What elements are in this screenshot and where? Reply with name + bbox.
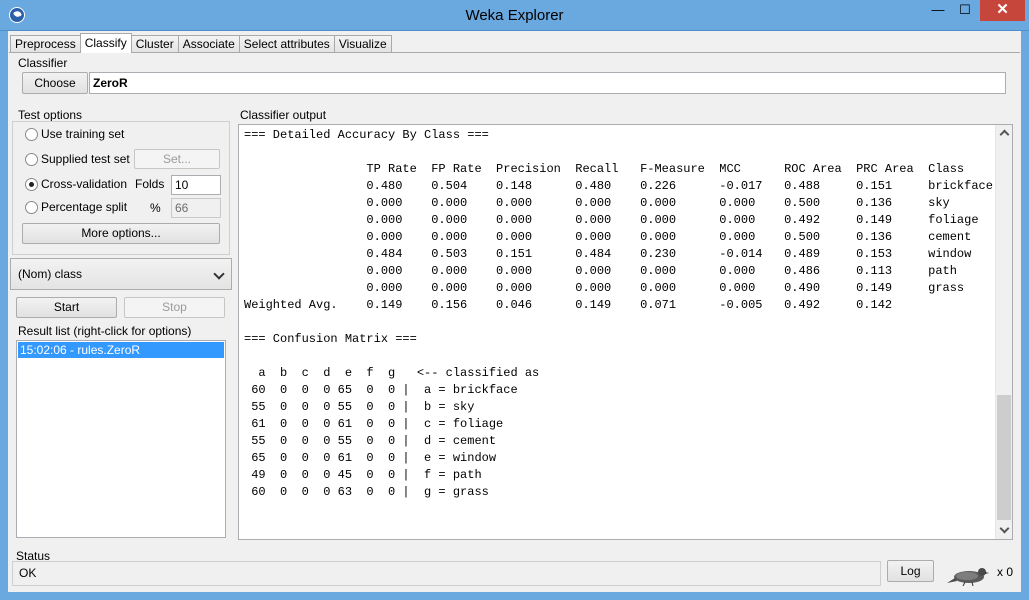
classifier-output-label: Classifier output bbox=[240, 108, 327, 122]
set-test-set-button[interactable]: Set... bbox=[134, 149, 220, 169]
supplied-test-set-option[interactable]: Supplied test set bbox=[25, 150, 130, 168]
chevron-down-icon bbox=[213, 268, 225, 280]
maximize-button[interactable]: ☐ bbox=[952, 0, 978, 21]
supplied-test-set-label: Supplied test set bbox=[41, 152, 130, 166]
classifier-group-label: Classifier bbox=[18, 56, 68, 70]
task-count: x 0 bbox=[997, 565, 1014, 579]
title-bar: Weka Explorer — ☐ ✕ bbox=[0, 0, 1029, 31]
stop-button[interactable]: Stop bbox=[124, 297, 225, 318]
status-bar: OK bbox=[12, 561, 881, 586]
cross-validation-label: Cross-validation bbox=[41, 177, 128, 191]
tab-select-attributes[interactable]: Select attributes bbox=[238, 35, 335, 53]
scroll-down-icon[interactable] bbox=[996, 522, 1012, 539]
test-options-label: Test options bbox=[18, 108, 83, 122]
use-training-set-option[interactable]: Use training set bbox=[25, 125, 124, 143]
result-list-item[interactable]: 15:02:06 - rules.ZeroR bbox=[18, 342, 224, 358]
scroll-up-icon[interactable] bbox=[996, 125, 1012, 142]
classifier-output-panel[interactable]: === Detailed Accuracy By Class === TP Ra… bbox=[238, 124, 1013, 540]
close-button[interactable]: ✕ bbox=[980, 0, 1025, 21]
cross-validation-option[interactable]: Cross-validation bbox=[25, 175, 127, 193]
result-list-label: Result list (right-click for options) bbox=[18, 324, 192, 338]
minimize-button[interactable]: — bbox=[925, 0, 951, 21]
percentage-input[interactable]: 66 bbox=[171, 198, 221, 218]
tab-divider bbox=[9, 52, 1020, 53]
tab-visualize[interactable]: Visualize bbox=[333, 35, 392, 53]
result-list[interactable]: 15:02:06 - rules.ZeroR bbox=[16, 340, 226, 538]
folds-label: Folds bbox=[135, 177, 165, 191]
supplied-test-set-radio[interactable] bbox=[25, 152, 38, 166]
classifier-output-text[interactable]: === Detailed Accuracy By Class === TP Ra… bbox=[239, 125, 1012, 501]
tab-associate[interactable]: Associate bbox=[177, 35, 240, 53]
class-attribute-value: (Nom) class bbox=[18, 267, 83, 281]
use-training-set-label: Use training set bbox=[41, 127, 125, 141]
tab-bar: Preprocess Classify Cluster Associate Se… bbox=[10, 33, 392, 53]
classifier-name-field[interactable]: ZeroR bbox=[89, 72, 1006, 94]
percentage-split-radio[interactable] bbox=[25, 200, 38, 214]
choose-classifier-button[interactable]: Choose bbox=[22, 72, 88, 94]
start-button[interactable]: Start bbox=[16, 297, 117, 318]
log-button[interactable]: Log bbox=[887, 560, 934, 582]
status-text: OK bbox=[19, 566, 37, 580]
tab-preprocess[interactable]: Preprocess bbox=[10, 35, 81, 53]
scrollbar-thumb[interactable] bbox=[997, 395, 1011, 520]
more-options-button[interactable]: More options... bbox=[22, 223, 220, 244]
window-title: Weka Explorer bbox=[465, 7, 564, 24]
tab-cluster[interactable]: Cluster bbox=[130, 35, 179, 53]
output-vertical-scrollbar[interactable] bbox=[995, 125, 1012, 539]
use-training-set-radio[interactable] bbox=[25, 127, 38, 141]
cross-validation-radio[interactable] bbox=[25, 177, 38, 191]
folds-input[interactable]: 10 bbox=[171, 175, 221, 195]
weka-bird-icon bbox=[947, 568, 989, 586]
tab-classify[interactable]: Classify bbox=[79, 33, 132, 53]
percentage-split-label: Percentage split bbox=[41, 200, 128, 214]
percentage-split-option[interactable]: Percentage split bbox=[25, 198, 127, 216]
class-attribute-select[interactable]: (Nom) class bbox=[10, 258, 232, 290]
percent-sign-label: % bbox=[150, 201, 161, 215]
